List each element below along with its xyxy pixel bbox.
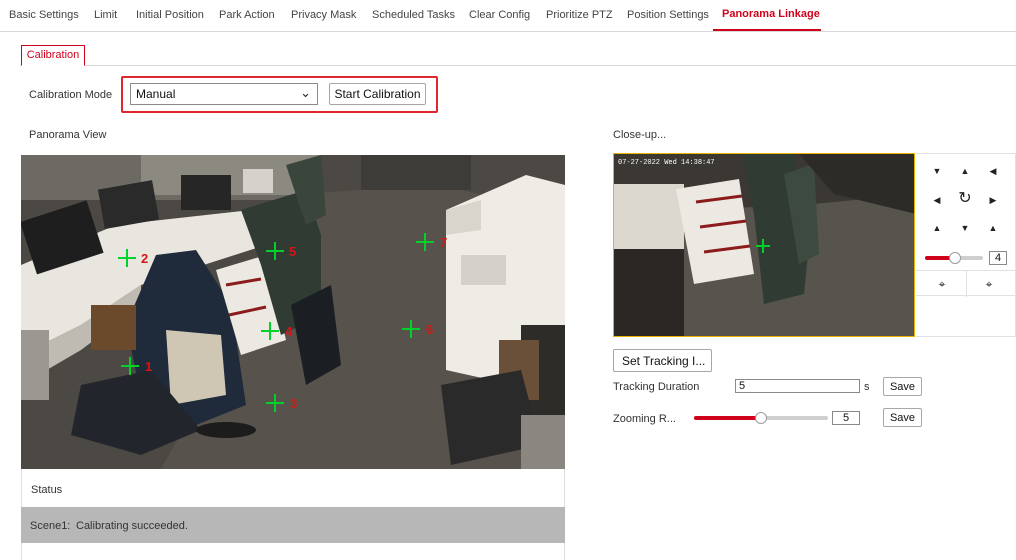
- tracking-duration-input[interactable]: 5: [735, 379, 860, 393]
- calibration-mode-value: Manual: [136, 87, 176, 101]
- zooming-ratio-fill: [694, 416, 761, 420]
- marker-label-7: 7: [440, 235, 447, 250]
- marker-label-3: 3: [290, 396, 297, 411]
- tab-privacy-mask[interactable]: Privacy Mask: [291, 9, 356, 21]
- ptz-right-button[interactable]: ▶: [984, 191, 1002, 209]
- ptz-up-button[interactable]: ▲: [956, 162, 974, 180]
- ptz-down-left-button[interactable]: ▲: [928, 219, 946, 237]
- ptz-down-right-button[interactable]: ▲: [984, 219, 1002, 237]
- closeup-scene: 07-27-2022 Wed 14:38:47: [614, 154, 914, 336]
- tab-position-settings[interactable]: Position Settings: [627, 9, 709, 21]
- marker-label-6: 6: [426, 322, 433, 337]
- closeup-timestamp: 07-27-2022 Wed 14:38:47: [618, 159, 715, 167]
- status-row: Scene1: Calibrating succeeded.: [21, 507, 565, 543]
- set-tracking-button[interactable]: Set Tracking I...: [613, 349, 712, 372]
- tab-scheduled-tasks[interactable]: Scheduled Tasks: [372, 9, 455, 21]
- ptz-speed-value[interactable]: 4: [989, 251, 1007, 265]
- tab-clear-config[interactable]: Clear Config: [469, 9, 530, 21]
- subtab-calibration[interactable]: Calibration: [21, 45, 85, 66]
- ptz-left-button[interactable]: ◀: [928, 191, 946, 209]
- marker-4[interactable]: [261, 322, 279, 340]
- panorama-view-title: Panorama View: [29, 129, 107, 141]
- status-footer: [21, 543, 565, 560]
- zoom-in-icon[interactable]: ⌖: [980, 275, 998, 293]
- ptz-down-button[interactable]: ▼: [956, 219, 974, 237]
- tracking-duration-unit: s: [864, 381, 870, 393]
- marker-7[interactable]: [416, 233, 434, 251]
- status-header: Status: [21, 469, 565, 507]
- tab-prioritize-ptz[interactable]: Prioritize PTZ: [546, 9, 613, 21]
- marker-3[interactable]: [266, 394, 284, 412]
- closeup-title: Close-up...: [613, 129, 667, 141]
- tab-basic-settings[interactable]: Basic Settings: [9, 9, 79, 21]
- marker-label-2: 2: [141, 251, 148, 266]
- ptz-speed-knob[interactable]: [949, 252, 961, 264]
- tracking-duration-save-button[interactable]: Save: [883, 377, 922, 396]
- tab-panorama-linkage[interactable]: Panorama Linkage: [722, 8, 820, 20]
- zoom-out-icon[interactable]: ⌖: [933, 275, 951, 293]
- panorama-view[interactable]: 1 2 3 4 5 6 7: [21, 155, 565, 469]
- tab-limit[interactable]: Limit: [94, 9, 117, 21]
- status-title: Status: [31, 484, 63, 496]
- zooming-ratio-label: Zooming R...: [613, 413, 676, 425]
- ptz-auto-rotate-icon[interactable]: ↻: [956, 191, 974, 209]
- marker-5[interactable]: [266, 242, 284, 260]
- ptz-up-left-button[interactable]: ▼: [928, 162, 946, 180]
- calibration-mode-select[interactable]: Manual ⌄: [130, 83, 318, 105]
- marker-label-5: 5: [289, 244, 296, 259]
- chevron-down-icon: ⌄: [300, 85, 311, 100]
- closeup-view[interactable]: 07-27-2022 Wed 14:38:47: [613, 153, 915, 337]
- marker-label-1: 1: [145, 359, 152, 374]
- subtab-divider: [20, 65, 1016, 66]
- calibration-markers: 1 2 3 4 5 6 7: [118, 233, 447, 412]
- tab-initial-position[interactable]: Initial Position: [136, 9, 204, 21]
- ptz-zoom-divider: [966, 271, 967, 297]
- tab-park-action[interactable]: Park Action: [219, 9, 275, 21]
- zooming-ratio-save-button[interactable]: Save: [883, 408, 922, 427]
- status-message: Calibrating succeeded.: [76, 520, 188, 532]
- status-scene: Scene1:: [30, 520, 71, 532]
- tab-bar: Basic Settings Limit Initial Position Pa…: [0, 0, 1016, 32]
- tracking-duration-label: Tracking Duration: [613, 381, 700, 393]
- zooming-ratio-value[interactable]: 5: [832, 411, 860, 425]
- start-calibration-button[interactable]: Start Calibration: [329, 83, 426, 105]
- zooming-ratio-knob[interactable]: [755, 412, 767, 424]
- ptz-up-right-button[interactable]: ◀: [984, 162, 1002, 180]
- active-tab-indicator: [713, 29, 821, 31]
- ptz-zoom-row: ⌖ ⌖: [916, 270, 1016, 297]
- marker-6[interactable]: [402, 320, 420, 338]
- ptz-panel: ▼ ▲ ◀ ◀ ↻ ▶ ▲ ▼ ▲ 4 ⌖ ⌖: [916, 153, 1016, 337]
- marker-1[interactable]: [121, 357, 139, 375]
- marker-2[interactable]: [118, 249, 136, 267]
- marker-label-4: 4: [285, 324, 293, 339]
- calibration-mode-label: Calibration Mode: [29, 89, 113, 101]
